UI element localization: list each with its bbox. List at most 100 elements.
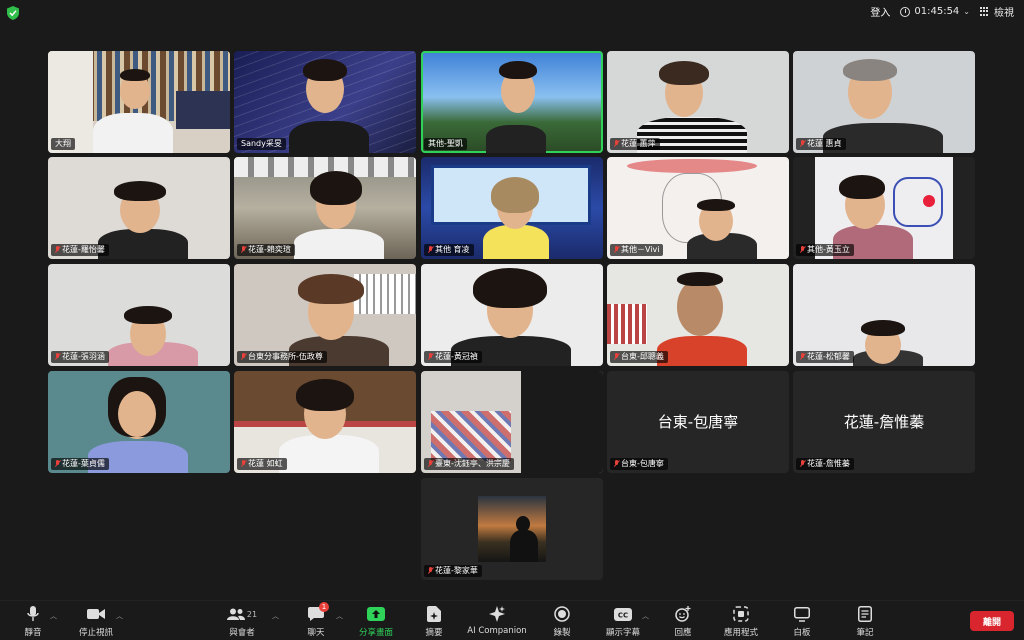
participant-tile[interactable]: 花蓮 蕙萍 [607, 51, 789, 153]
participant-name: Sandy采旻 [237, 138, 286, 150]
participant-name: 花蓮-黃冠禎 [424, 351, 482, 363]
participant-tile[interactable]: 花蓮 惠貞 [793, 51, 975, 153]
mic-muted-icon [428, 353, 433, 361]
participant-name: 花蓮 惠貞 [796, 138, 846, 150]
chevron-up-icon[interactable]: ︿ [272, 611, 279, 621]
summary-button[interactable]: 摘要 [399, 605, 469, 638]
mic-muted-icon [428, 246, 433, 254]
sparkle-icon [489, 606, 505, 622]
shield-check-icon[interactable] [7, 6, 19, 20]
mic-muted-icon [241, 460, 246, 468]
participant-tile[interactable]: Sandy采旻 [234, 51, 416, 153]
participant-name: 花蓮-葉貞儒 [51, 458, 109, 470]
share-screen-icon [367, 607, 385, 621]
microphone-icon [27, 606, 39, 621]
timer-text: 01:45:54 [914, 6, 960, 17]
participant-name: 其他-聖凱 [424, 138, 467, 150]
record-icon [554, 606, 570, 622]
participant-tile[interactable]: 其他－Vivi [607, 157, 789, 259]
mic-muted-icon [800, 353, 805, 361]
participants-count: 21 [246, 609, 258, 619]
participant-name: 台東-邱聰義 [610, 351, 668, 363]
participant-tile-no-video[interactable]: 台東-包唐寧 台東-包唐寧 [607, 371, 789, 473]
mic-muted-icon [614, 246, 619, 254]
stop-video-label: 停止視訊 [78, 628, 113, 638]
participant-tile[interactable]: 台東-邱聰義 [607, 264, 789, 366]
participant-tile[interactable]: 其他 育凌 [421, 157, 603, 259]
record-label: 錄製 [553, 628, 571, 638]
participant-tile[interactable]: 其他-黃玉立 [793, 157, 975, 259]
whiteboard-button[interactable]: 白板 [767, 605, 837, 638]
participant-tile[interactable]: 台東分事務所-伍政尊 [234, 264, 416, 366]
view-label: 檢視 [994, 8, 1014, 19]
participant-tile-avatar[interactable]: 花蓮-黎家華 [421, 478, 603, 580]
meeting-toolbar: 靜音 ︿ 停止視訊 ︿ 21 與會者 ︿ 1 聊天 ︿ 分享畫面 摘要 AI C… [0, 600, 1024, 640]
participant-name: 大翔 [51, 138, 75, 150]
summary-document-icon [427, 606, 441, 622]
chevron-up-icon[interactable]: ︿ [116, 611, 123, 621]
mic-muted-icon [614, 460, 619, 468]
participant-name: 台東-包唐寧 [610, 458, 668, 470]
participant-tile[interactable]: 花蓮-賴奕瑄 [234, 157, 416, 259]
view-button[interactable]: 檢視 [980, 4, 1014, 19]
participant-tile-no-video[interactable]: 花蓮-詹惟蓁 花蓮-詹惟蓁 [793, 371, 975, 473]
mic-muted-icon [800, 460, 805, 468]
apps-label: 應用程式 [723, 628, 758, 638]
record-button[interactable]: 錄製 [527, 605, 597, 638]
stop-video-button[interactable]: 停止視訊 [61, 605, 131, 638]
participant-name: 花蓮-賴奕瑄 [237, 244, 295, 256]
login-button[interactable]: 登入 [870, 4, 890, 19]
mic-muted-icon [55, 246, 60, 254]
participant-name: 花蓮-羅怡馨 [51, 244, 109, 256]
chevron-up-icon[interactable]: ︿ [50, 611, 57, 621]
avatar [478, 496, 546, 562]
participant-name: 花蓮-松郁馨 [796, 351, 854, 363]
participant-name: 其他－Vivi [610, 244, 664, 256]
participant-tile[interactable]: 花蓮-羅怡馨 [48, 157, 230, 259]
captions-label: 顯示字幕 [605, 628, 640, 638]
mic-muted-icon [800, 140, 805, 148]
ai-companion-button[interactable]: AI Companion [462, 605, 532, 636]
participant-name: 花蓮-張羽涵 [51, 351, 109, 363]
mic-muted-icon [241, 353, 246, 361]
participant-tile[interactable]: 花蓮-黃冠禎 [421, 264, 603, 366]
mic-muted-icon [614, 353, 619, 361]
smiley-plus-icon [675, 606, 691, 622]
apps-icon [733, 606, 749, 622]
participant-tile[interactable]: 花蓮-葉貞儒 [48, 371, 230, 473]
participant-display-name: 台東-包唐寧 [657, 413, 739, 431]
mic-muted-icon [241, 246, 246, 254]
mic-muted-icon [428, 567, 433, 575]
participant-tile[interactable]: 花蓮-張羽涵 [48, 264, 230, 366]
meeting-timer[interactable]: 01:45:54 ⌄ [900, 6, 970, 17]
participant-tile[interactable]: 花蓮-松郁馨 [793, 264, 975, 366]
participant-name: 花蓮-詹惟蓁 [796, 458, 854, 470]
notes-label: 筆記 [856, 628, 874, 638]
mic-muted-icon [614, 140, 619, 148]
top-bar: 登入 01:45:54 ⌄ 檢視 [0, 0, 1024, 26]
participants-icon [226, 608, 245, 620]
reactions-label: 回應 [674, 628, 692, 638]
notes-button[interactable]: 筆記 [830, 605, 900, 638]
mic-muted-icon [55, 353, 60, 361]
mute-label: 靜音 [24, 628, 42, 638]
leave-meeting-button[interactable]: 離開 [970, 611, 1014, 631]
participant-tile[interactable]: 大翔 [48, 51, 230, 153]
participant-name: 花蓮 如虹 [237, 458, 287, 470]
participant-name: 其他-黃玉立 [796, 244, 854, 256]
chat-unread-badge: 1 [319, 602, 329, 612]
participant-tile-active-speaker[interactable]: 其他-聖凱 [421, 51, 603, 153]
participants-button[interactable]: 21 與會者 [207, 605, 277, 638]
participants-label: 與會者 [229, 628, 255, 638]
mic-muted-icon [428, 460, 433, 468]
participant-tile[interactable]: 花蓮 如虹 [234, 371, 416, 473]
participant-tile[interactable]: 臺東-沈鈺亭、洪宗慶 [421, 371, 603, 473]
participant-name: 其他 育凌 [424, 244, 474, 256]
whiteboard-icon [794, 606, 810, 622]
svg-text:CC: CC [618, 611, 628, 619]
mute-button[interactable]: 靜音 [0, 605, 68, 638]
grid-view-icon [980, 6, 990, 17]
apps-button[interactable]: 應用程式 [706, 605, 776, 638]
chat-label: 聊天 [307, 628, 325, 638]
participant-name: 花蓮-黎家華 [424, 565, 482, 577]
